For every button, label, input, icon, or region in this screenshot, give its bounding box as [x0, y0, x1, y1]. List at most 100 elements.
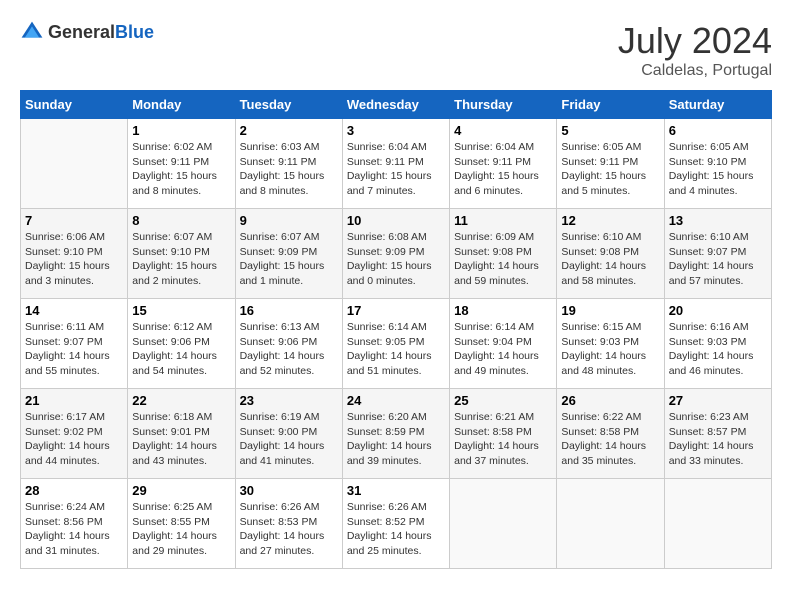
day-cell: 11 Sunrise: 6:09 AMSunset: 9:08 PMDayligh…	[450, 209, 557, 299]
day-number: 25	[454, 393, 552, 408]
day-info: Sunrise: 6:07 AMSunset: 9:09 PMDaylight:…	[240, 230, 338, 289]
day-number: 27	[669, 393, 767, 408]
day-info: Sunrise: 6:06 AMSunset: 9:10 PMDaylight:…	[25, 230, 123, 289]
day-number: 22	[132, 393, 230, 408]
day-number: 10	[347, 213, 445, 228]
day-info: Sunrise: 6:25 AMSunset: 8:55 PMDaylight:…	[132, 500, 230, 559]
day-info: Sunrise: 6:07 AMSunset: 9:10 PMDaylight:…	[132, 230, 230, 289]
day-number: 24	[347, 393, 445, 408]
day-number: 20	[669, 303, 767, 318]
day-number: 8	[132, 213, 230, 228]
day-info: Sunrise: 6:19 AMSunset: 9:00 PMDaylight:…	[240, 410, 338, 469]
day-number: 16	[240, 303, 338, 318]
day-info: Sunrise: 6:24 AMSunset: 8:56 PMDaylight:…	[25, 500, 123, 559]
day-cell: 14 Sunrise: 6:11 AMSunset: 9:07 PMDayligh…	[21, 299, 128, 389]
day-cell: 28 Sunrise: 6:24 AMSunset: 8:56 PMDayligh…	[21, 479, 128, 569]
day-info: Sunrise: 6:12 AMSunset: 9:06 PMDaylight:…	[132, 320, 230, 379]
day-cell: 15 Sunrise: 6:12 AMSunset: 9:06 PMDayligh…	[128, 299, 235, 389]
page-header: GeneralBlue July 2024 Caldelas, Portugal	[20, 20, 772, 80]
day-cell: 10 Sunrise: 6:08 AMSunset: 9:09 PMDayligh…	[342, 209, 449, 299]
day-number: 2	[240, 123, 338, 138]
day-info: Sunrise: 6:15 AMSunset: 9:03 PMDaylight:…	[561, 320, 659, 379]
day-info: Sunrise: 6:13 AMSunset: 9:06 PMDaylight:…	[240, 320, 338, 379]
day-number: 11	[454, 213, 552, 228]
week-row-1: 1Sunrise: 6:02 AMSunset: 9:11 PMDaylight…	[21, 119, 772, 209]
day-cell: 4 Sunrise: 6:04 AMSunset: 9:11 PMDaylight…	[450, 119, 557, 209]
logo-blue-text: Blue	[115, 22, 154, 42]
day-number: 18	[454, 303, 552, 318]
day-number: 30	[240, 483, 338, 498]
day-cell: 24 Sunrise: 6:20 AMSunset: 8:59 PMDayligh…	[342, 389, 449, 479]
day-info: Sunrise: 6:23 AMSunset: 8:57 PMDaylight:…	[669, 410, 767, 469]
day-info: Sunrise: 6:17 AMSunset: 9:02 PMDaylight:…	[25, 410, 123, 469]
col-header-sunday: Sunday	[21, 91, 128, 119]
day-cell: 21Sunrise: 6:17 AMSunset: 9:02 PMDayligh…	[21, 389, 128, 479]
day-info: Sunrise: 6:05 AMSunset: 9:11 PMDaylight:…	[561, 140, 659, 199]
day-number: 4	[454, 123, 552, 138]
day-cell	[557, 479, 664, 569]
col-header-thursday: Thursday	[450, 91, 557, 119]
day-info: Sunrise: 6:22 AMSunset: 8:58 PMDaylight:…	[561, 410, 659, 469]
day-cell: 19 Sunrise: 6:15 AMSunset: 9:03 PMDayligh…	[557, 299, 664, 389]
day-info: Sunrise: 6:26 AMSunset: 8:52 PMDaylight:…	[347, 500, 445, 559]
day-info: Sunrise: 6:21 AMSunset: 8:58 PMDaylight:…	[454, 410, 552, 469]
day-number: 28	[25, 483, 123, 498]
day-cell: 9Sunrise: 6:07 AMSunset: 9:09 PMDaylight…	[235, 209, 342, 299]
week-row-2: 7 Sunrise: 6:06 AMSunset: 9:10 PMDaylight…	[21, 209, 772, 299]
day-cell: 25 Sunrise: 6:21 AMSunset: 8:58 PMDayligh…	[450, 389, 557, 479]
day-cell: 6Sunrise: 6:05 AMSunset: 9:10 PMDaylight…	[664, 119, 771, 209]
day-number: 31	[347, 483, 445, 498]
day-cell: 23 Sunrise: 6:19 AMSunset: 9:00 PMDayligh…	[235, 389, 342, 479]
day-info: Sunrise: 6:02 AMSunset: 9:11 PMDaylight:…	[132, 140, 230, 199]
day-info: Sunrise: 6:04 AMSunset: 9:11 PMDaylight:…	[454, 140, 552, 199]
day-number: 19	[561, 303, 659, 318]
day-info: Sunrise: 6:20 AMSunset: 8:59 PMDaylight:…	[347, 410, 445, 469]
col-header-monday: Monday	[128, 91, 235, 119]
day-cell: 30 Sunrise: 6:26 AMSunset: 8:53 PMDayligh…	[235, 479, 342, 569]
day-number: 7	[25, 213, 123, 228]
day-cell: 16 Sunrise: 6:13 AMSunset: 9:06 PMDayligh…	[235, 299, 342, 389]
logo-general-text: General	[48, 22, 115, 42]
day-number: 14	[25, 303, 123, 318]
header-row: SundayMondayTuesdayWednesdayThursdayFrid…	[21, 91, 772, 119]
day-info: Sunrise: 6:09 AMSunset: 9:08 PMDaylight:…	[454, 230, 552, 289]
day-number: 29	[132, 483, 230, 498]
week-row-5: 28 Sunrise: 6:24 AMSunset: 8:56 PMDayligh…	[21, 479, 772, 569]
day-number: 23	[240, 393, 338, 408]
day-info: Sunrise: 6:11 AMSunset: 9:07 PMDaylight:…	[25, 320, 123, 379]
day-number: 26	[561, 393, 659, 408]
day-cell: 13Sunrise: 6:10 AMSunset: 9:07 PMDayligh…	[664, 209, 771, 299]
day-number: 6	[669, 123, 767, 138]
day-cell: 27 Sunrise: 6:23 AMSunset: 8:57 PMDayligh…	[664, 389, 771, 479]
week-row-3: 14 Sunrise: 6:11 AMSunset: 9:07 PMDayligh…	[21, 299, 772, 389]
day-info: Sunrise: 6:10 AMSunset: 9:08 PMDaylight:…	[561, 230, 659, 289]
month-title: July 2024	[618, 20, 772, 62]
day-cell: 22Sunrise: 6:18 AMSunset: 9:01 PMDayligh…	[128, 389, 235, 479]
day-info: Sunrise: 6:08 AMSunset: 9:09 PMDaylight:…	[347, 230, 445, 289]
day-cell: 18 Sunrise: 6:14 AMSunset: 9:04 PMDayligh…	[450, 299, 557, 389]
day-cell: 29 Sunrise: 6:25 AMSunset: 8:55 PMDayligh…	[128, 479, 235, 569]
day-cell: 8 Sunrise: 6:07 AMSunset: 9:10 PMDaylight…	[128, 209, 235, 299]
col-header-friday: Friday	[557, 91, 664, 119]
day-number: 17	[347, 303, 445, 318]
day-cell: 7 Sunrise: 6:06 AMSunset: 9:10 PMDaylight…	[21, 209, 128, 299]
logo: GeneralBlue	[20, 20, 154, 44]
day-info: Sunrise: 6:14 AMSunset: 9:05 PMDaylight:…	[347, 320, 445, 379]
day-number: 15	[132, 303, 230, 318]
day-cell: 1Sunrise: 6:02 AMSunset: 9:11 PMDaylight…	[128, 119, 235, 209]
day-info: Sunrise: 6:26 AMSunset: 8:53 PMDaylight:…	[240, 500, 338, 559]
week-row-4: 21Sunrise: 6:17 AMSunset: 9:02 PMDayligh…	[21, 389, 772, 479]
day-info: Sunrise: 6:16 AMSunset: 9:03 PMDaylight:…	[669, 320, 767, 379]
day-cell: 26 Sunrise: 6:22 AMSunset: 8:58 PMDayligh…	[557, 389, 664, 479]
logo-icon	[20, 20, 44, 44]
day-cell: 5Sunrise: 6:05 AMSunset: 9:11 PMDaylight…	[557, 119, 664, 209]
day-info: Sunrise: 6:03 AMSunset: 9:11 PMDaylight:…	[240, 140, 338, 199]
location-title: Caldelas, Portugal	[618, 62, 772, 80]
day-cell	[664, 479, 771, 569]
col-header-tuesday: Tuesday	[235, 91, 342, 119]
day-cell	[21, 119, 128, 209]
day-info: Sunrise: 6:14 AMSunset: 9:04 PMDaylight:…	[454, 320, 552, 379]
col-header-wednesday: Wednesday	[342, 91, 449, 119]
day-cell: 2 Sunrise: 6:03 AMSunset: 9:11 PMDaylight…	[235, 119, 342, 209]
col-header-saturday: Saturday	[664, 91, 771, 119]
